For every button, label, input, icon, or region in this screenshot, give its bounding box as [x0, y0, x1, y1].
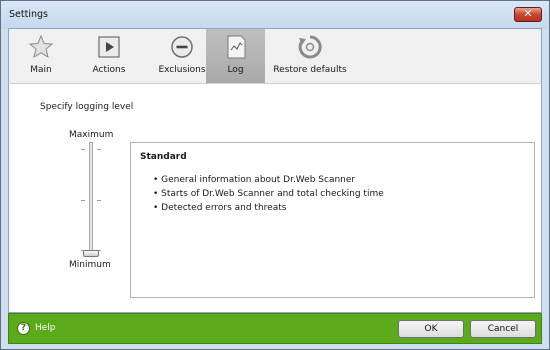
play-icon [98, 36, 120, 58]
cancel-button[interactable]: Cancel [470, 320, 536, 338]
tab-main[interactable]: Main [9, 29, 73, 84]
specify-logging-label: Specify logging level [40, 102, 134, 112]
restore-icon [298, 35, 322, 59]
close-icon: ✕ [523, 7, 533, 20]
ok-button[interactable]: OK [398, 320, 464, 338]
slider-min-label: Minimum [69, 260, 111, 270]
slider-tick [97, 149, 101, 150]
list-item: Starts of Dr.Web Scanner and total check… [153, 187, 384, 201]
tab-log[interactable]: Log [206, 29, 265, 84]
star-icon [28, 34, 54, 59]
list-item: Detected errors and threats [153, 201, 384, 215]
list-item: General information about Dr.Web Scanner [153, 173, 384, 187]
toolbar: Main Actions Exclusions Log Restore defa… [8, 28, 542, 84]
tab-label: Actions [92, 65, 126, 75]
level-description-box: Standard General information about Dr.We… [130, 142, 535, 298]
slider-max-label: Maximum [69, 130, 114, 140]
slider-tick [81, 200, 85, 201]
level-details-list: General information about Dr.Web Scanner… [153, 173, 384, 215]
settings-window: Settings ✕ Main Actions Exclusions Log R… [0, 0, 550, 350]
tab-label: Main [30, 65, 52, 75]
tab-actions[interactable]: Actions [75, 29, 143, 84]
help-link[interactable]: Help [35, 323, 56, 333]
tab-label: Restore defaults [273, 65, 347, 75]
title-bar: Settings ✕ [1, 1, 549, 29]
help-icon[interactable]: ? [17, 322, 30, 335]
slider-track[interactable] [89, 142, 93, 252]
slider-tick [97, 200, 101, 201]
slider-tick [81, 149, 85, 150]
close-button[interactable]: ✕ [514, 7, 542, 22]
tab-label: Log [227, 65, 244, 75]
tab-restore-defaults[interactable]: Restore defaults [271, 29, 349, 84]
level-title: Standard [140, 152, 187, 162]
footer-bar: ? Help OK Cancel [8, 313, 542, 344]
minus-circle-icon [171, 36, 193, 58]
logging-level-slider[interactable]: Maximum Minimum [64, 130, 124, 272]
log-document-icon [227, 35, 245, 59]
log-panel: Specify logging level Maximum Minimum St… [8, 83, 542, 313]
window-title: Settings [9, 9, 48, 20]
slider-thumb[interactable] [83, 250, 99, 257]
